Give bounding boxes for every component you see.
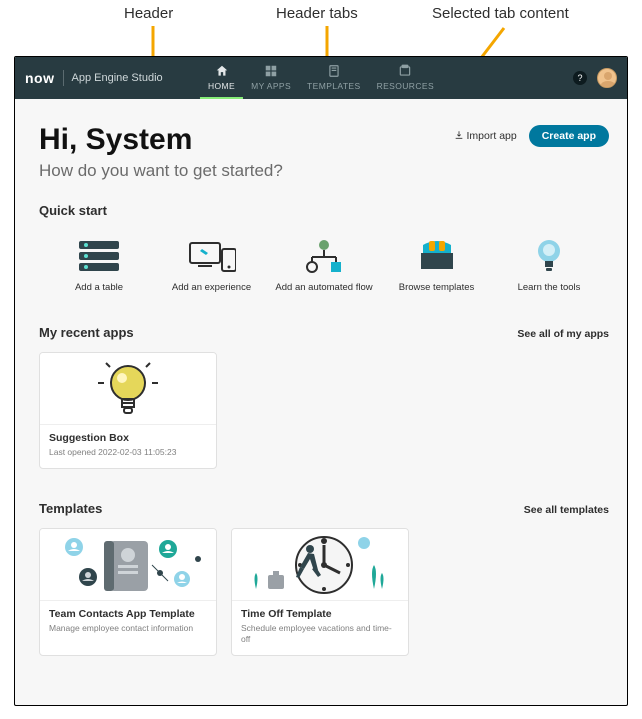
template-thumb [40, 529, 216, 601]
qs-label: Add an experience [172, 282, 251, 293]
import-app-link[interactable]: Import app [454, 130, 517, 143]
experience-icon [188, 238, 236, 274]
app-header: now App Engine Studio HOME MY APPS TEMP [15, 57, 627, 99]
tab-label: RESOURCES [377, 81, 434, 91]
quick-start-title: Quick start [39, 203, 609, 218]
card-title: Team Contacts App Template [49, 608, 207, 620]
tab-label: TEMPLATES [307, 81, 361, 91]
template-thumb [232, 529, 408, 601]
tab-home[interactable]: HOME [200, 57, 243, 99]
quick-start-row: Add a table Add an experience Add an aut… [39, 238, 609, 293]
see-all-templates-link[interactable]: See all templates [524, 504, 609, 516]
header-tabs: HOME MY APPS TEMPLATES RESOURCES [200, 57, 442, 99]
template-card[interactable]: Team Contacts App Template Manage employ… [39, 528, 217, 656]
home-icon [215, 64, 229, 80]
create-app-button[interactable]: Create app [529, 125, 609, 147]
qs-learn-tools[interactable]: Learn the tools [499, 238, 599, 293]
tab-resources[interactable]: RESOURCES [369, 57, 442, 99]
template-card[interactable]: Time Off Template Schedule employee vaca… [231, 528, 409, 656]
templates-row: Team Contacts App Template Manage employ… [39, 528, 609, 656]
qs-add-table[interactable]: Add a table [49, 238, 149, 293]
tab-my-apps[interactable]: MY APPS [243, 57, 299, 99]
flow-icon [300, 238, 348, 274]
qs-browse-templates[interactable]: Browse templates [387, 238, 487, 293]
import-label: Import app [467, 130, 517, 142]
card-title: Suggestion Box [49, 432, 207, 444]
tab-label: MY APPS [251, 81, 291, 91]
app-thumb [40, 353, 216, 425]
qs-label: Browse templates [399, 282, 475, 293]
tab-templates[interactable]: TEMPLATES [299, 57, 369, 99]
templates-icon [413, 238, 461, 274]
card-meta: Last opened 2022-02-03 11:05:23 [49, 447, 207, 458]
bulb-icon [525, 238, 573, 274]
help-button[interactable]: ? [573, 71, 587, 85]
studio-name: App Engine Studio [72, 72, 163, 84]
avatar[interactable] [597, 68, 617, 88]
card-meta: Schedule employee vacations and time-off [241, 623, 399, 645]
card-title: Time Off Template [241, 608, 399, 620]
recent-apps-row: Suggestion Box Last opened 2022-02-03 11… [39, 352, 609, 469]
qs-add-experience[interactable]: Add an experience [162, 238, 262, 293]
tab-content-home: Hi, System How do you want to get starte… [15, 99, 627, 705]
annotation-tabs: Header tabs [276, 5, 358, 22]
apps-icon [264, 64, 278, 80]
resources-icon [398, 64, 412, 80]
app-card[interactable]: Suggestion Box Last opened 2022-02-03 11… [39, 352, 217, 469]
qs-label: Add an automated flow [275, 282, 372, 293]
qs-label: Learn the tools [518, 282, 581, 293]
download-icon [454, 130, 464, 143]
tab-label: HOME [208, 81, 235, 91]
divider [63, 70, 64, 86]
templates-icon [327, 64, 341, 80]
card-meta: Manage employee contact information [49, 623, 207, 634]
annotation-header: Header [124, 5, 173, 22]
annotation-content: Selected tab content [432, 5, 569, 22]
logo: now [25, 70, 55, 86]
page-title: Hi, System [39, 123, 283, 157]
app-window: now App Engine Studio HOME MY APPS TEMP [14, 56, 628, 706]
recent-apps-title: My recent apps [39, 325, 134, 340]
qs-add-flow[interactable]: Add an automated flow [274, 238, 374, 293]
page-subtitle: How do you want to get started? [39, 161, 283, 181]
qs-label: Add a table [75, 282, 123, 293]
templates-title: Templates [39, 501, 102, 516]
table-icon [75, 238, 123, 274]
see-all-apps-link[interactable]: See all of my apps [517, 328, 609, 340]
